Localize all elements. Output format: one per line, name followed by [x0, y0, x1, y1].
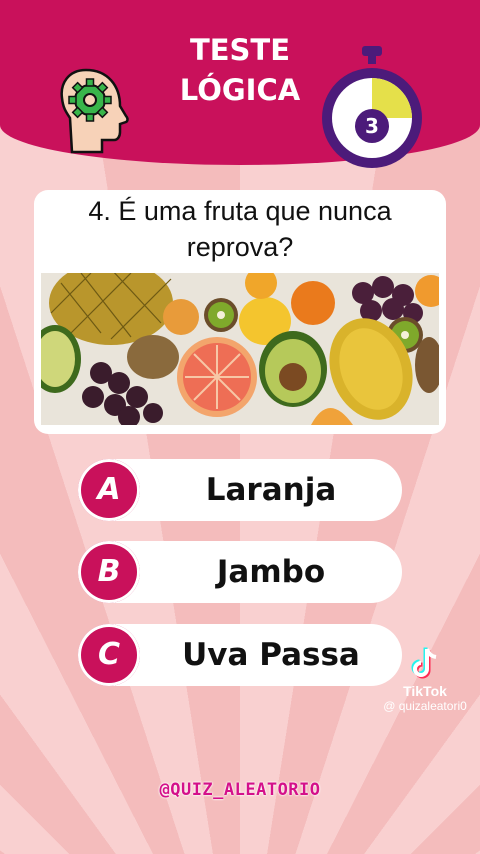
option-b-badge: B — [78, 541, 140, 603]
head-gear-icon — [60, 68, 129, 154]
option-a-badge: A — [78, 459, 140, 521]
option-c-badge: C — [78, 624, 140, 686]
option-b-button[interactable]: B Jambo — [78, 541, 402, 603]
tiktok-name: TikTok — [403, 683, 447, 699]
page-title: TESTE LÓGICA — [170, 30, 310, 110]
question-text: 4. É uma fruta que nunca reprova? — [88, 196, 392, 262]
footer-handle: @QUIZ_ALEATORIO — [159, 780, 321, 800]
fruits-photo — [41, 273, 439, 425]
option-b-label: Jambo — [216, 554, 326, 590]
tiktok-watermark: TikTok @ quizaleatori0 — [370, 645, 480, 713]
title-line-1: TESTE — [189, 33, 291, 67]
fruits-illustration — [41, 273, 439, 425]
option-c-label: Uva Passa — [182, 637, 360, 673]
tiktok-handle: @ quizaleatori0 — [383, 699, 467, 713]
stopwatch-icon — [322, 46, 422, 168]
timer-value: 3 — [355, 109, 389, 143]
tiktok-logo-icon — [411, 647, 437, 679]
title-line-2: LÓGICA — [179, 73, 301, 107]
option-a-button[interactable]: A Laranja — [78, 459, 402, 521]
option-a-label: Laranja — [205, 472, 337, 508]
option-c-button[interactable]: C Uva Passa — [78, 624, 402, 686]
